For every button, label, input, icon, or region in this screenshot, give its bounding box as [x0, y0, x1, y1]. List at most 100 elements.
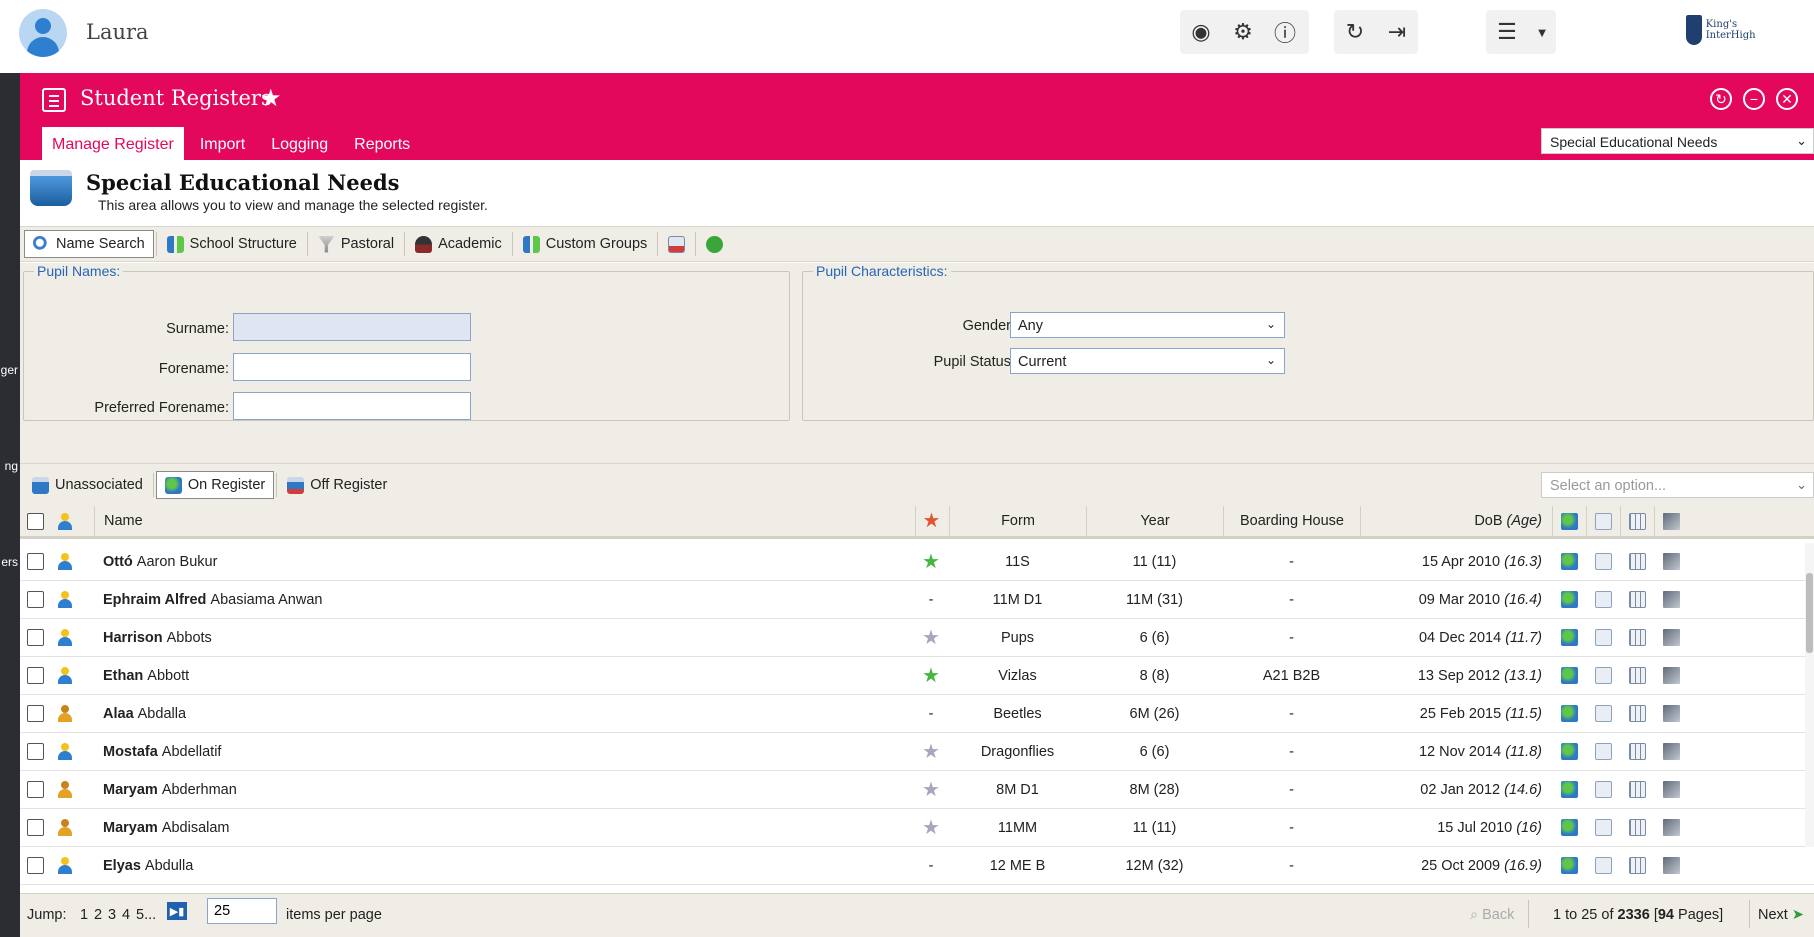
tab-manage-register[interactable]: Manage Register	[42, 127, 184, 160]
register-globe-icon[interactable]	[1560, 667, 1578, 684]
sidebar-fragment[interactable]: ers	[1, 555, 18, 569]
table-row[interactable]: Harrison Abbots ★ Pups 6 (6) - 04 Dec 2014 (11.…	[20, 619, 1814, 657]
pupil-name[interactable]: Maryam Abdisalam	[103, 809, 230, 846]
register-globe-icon[interactable]	[1560, 781, 1578, 798]
off-register-button[interactable]: Off Register	[279, 471, 395, 499]
page-link-4[interactable]: 4	[122, 907, 130, 923]
register-select[interactable]: Special Educational Needs ⌄	[1541, 128, 1814, 154]
notes-book-icon[interactable]	[1662, 743, 1680, 760]
last-page-icon[interactable]: ▶▮	[167, 902, 187, 920]
timetable-icon[interactable]	[1628, 705, 1646, 722]
timetable-icon[interactable]	[1628, 553, 1646, 570]
pupil-status-select[interactable]: Current ⌄	[1010, 348, 1285, 374]
notes-book-icon[interactable]	[1662, 705, 1680, 722]
contact-card-icon[interactable]	[1594, 591, 1612, 608]
timetable-icon[interactable]	[1628, 857, 1646, 874]
row-checkbox[interactable]	[27, 629, 44, 646]
timetable-icon[interactable]	[1628, 819, 1646, 836]
table-row[interactable]: Elyas Abdulla - 12 ME B 12M (32) - 25 Oct 2009…	[20, 847, 1814, 885]
option-select[interactable]: Select an option... ⌄	[1541, 472, 1814, 498]
notes-book-icon[interactable]	[1662, 819, 1680, 836]
table-row[interactable]: Ottó Aaron Bukur ★ 11S 11 (11) - 15 Apr 2010 (1…	[20, 543, 1814, 581]
pupil-name[interactable]: Ottó Aaron Bukur	[103, 543, 217, 580]
row-checkbox[interactable]	[27, 667, 44, 684]
recycle-button[interactable]	[698, 230, 731, 258]
pupil-name[interactable]: Ethan Abbott	[103, 657, 189, 694]
row-checkbox[interactable]	[27, 553, 44, 570]
academic-button[interactable]: Academic	[407, 230, 510, 258]
grid-vertical-scrollbar[interactable]	[1805, 543, 1814, 847]
refresh-icon[interactable]: ↻	[1334, 10, 1376, 54]
timetable-icon[interactable]	[1628, 629, 1646, 646]
contact-card-icon[interactable]	[1594, 819, 1612, 836]
pastoral-button[interactable]: Pastoral	[310, 230, 402, 258]
contact-card-icon[interactable]	[1594, 705, 1612, 722]
register-globe-icon[interactable]	[1560, 819, 1578, 836]
register-globe-icon[interactable]	[1560, 591, 1578, 608]
form-column-header[interactable]: Form	[949, 506, 1086, 536]
register-globe-icon[interactable]	[1560, 553, 1578, 570]
refresh-panel-icon[interactable]: ↻	[1710, 88, 1732, 110]
account-status-icon[interactable]: ◉	[1180, 10, 1222, 54]
table-row[interactable]: Alaa Abdalla - Beetles 6M (26) - 25 Feb 2015 (1…	[20, 695, 1814, 733]
surname-input[interactable]	[233, 313, 471, 341]
notes-book-icon[interactable]	[1662, 781, 1680, 798]
tab-reports[interactable]: Reports	[344, 127, 420, 160]
notes-book-icon[interactable]	[1662, 591, 1680, 608]
unassociated-button[interactable]: Unassociated	[24, 471, 151, 499]
timetable-icon[interactable]	[1628, 743, 1646, 760]
contact-card-icon[interactable]	[1594, 781, 1612, 798]
row-checkbox[interactable]	[27, 705, 44, 722]
register-globe-icon[interactable]	[1560, 743, 1578, 760]
contact-card-icon[interactable]	[1594, 629, 1612, 646]
register-globe-icon[interactable]	[1560, 629, 1578, 646]
register-globe-icon[interactable]	[1560, 857, 1578, 874]
sidebar-fragment[interactable]: ng	[5, 459, 18, 473]
gender-select[interactable]: Any ⌄	[1010, 312, 1285, 338]
contact-card-icon[interactable]	[1594, 667, 1612, 684]
table-row[interactable]: Maryam Abderhman ★ 8M D1 8M (28) - 02 Jan 2012…	[20, 771, 1814, 809]
name-search-button[interactable]: Name Search	[24, 230, 154, 258]
contact-card-icon[interactable]	[1594, 857, 1612, 874]
logout-icon[interactable]: ⇥	[1376, 10, 1418, 54]
favourite-star-icon[interactable]: ★	[260, 84, 282, 113]
page-link-3[interactable]: 3	[108, 907, 116, 923]
notes-book-icon[interactable]	[1662, 553, 1680, 570]
favourite-star-icon[interactable]: ★	[922, 666, 940, 686]
list-menu-icon[interactable]: ☰	[1486, 10, 1528, 54]
notes-book-icon[interactable]	[1662, 667, 1680, 684]
back-button[interactable]: ⌕ Back	[1470, 907, 1514, 923]
pupil-name[interactable]: Harrison Abbots	[103, 619, 212, 656]
timetable-icon[interactable]	[1628, 591, 1646, 608]
pupil-name[interactable]: Maryam Abderhman	[103, 771, 237, 808]
preferred-forename-input[interactable]	[233, 392, 471, 420]
row-checkbox[interactable]	[27, 857, 44, 874]
favourite-star-icon[interactable]: ★	[922, 552, 940, 572]
pupil-name[interactable]: Elyas Abdulla	[103, 847, 193, 884]
table-row[interactable]: Maryam Abdisalam ★ 11MM 11 (11) - 15 Jul 2010(…	[20, 809, 1814, 847]
custom-groups-button[interactable]: Custom Groups	[515, 230, 656, 258]
favourite-column-star-icon[interactable]: ★	[923, 511, 941, 531]
export-register-button[interactable]	[660, 230, 693, 258]
tab-import[interactable]: Import	[190, 127, 255, 160]
on-register-button[interactable]: On Register	[155, 471, 275, 499]
scrollbar-thumb[interactable]	[1806, 573, 1813, 653]
row-checkbox[interactable]	[27, 743, 44, 760]
contact-card-icon[interactable]	[1594, 553, 1612, 570]
favourite-star-icon[interactable]: ★	[922, 818, 940, 838]
row-checkbox[interactable]	[27, 781, 44, 798]
pupil-name[interactable]: Ephraim Alfred Abasiama Anwan	[103, 581, 322, 618]
contact-card-icon[interactable]	[1594, 743, 1612, 760]
pupil-name[interactable]: Alaa Abdalla	[103, 695, 186, 732]
table-row[interactable]: Ethan Abbott ★ Vizlas 8 (8) A21 B2B 13 Sep 201…	[20, 657, 1814, 695]
page-link-1[interactable]: 1	[80, 907, 88, 923]
notes-book-icon[interactable]	[1662, 629, 1680, 646]
tab-logging[interactable]: Logging	[261, 127, 338, 160]
page-link-2[interactable]: 2	[94, 907, 102, 923]
favourite-star-icon[interactable]: ★	[922, 742, 940, 762]
notes-book-icon[interactable]	[1662, 857, 1680, 874]
favourite-star-icon[interactable]: ★	[922, 628, 940, 648]
pupil-name[interactable]: Mostafa Abdellatif	[103, 733, 221, 770]
sidebar-fragment[interactable]: ger	[1, 363, 18, 377]
user-name[interactable]: Laura	[86, 20, 149, 44]
